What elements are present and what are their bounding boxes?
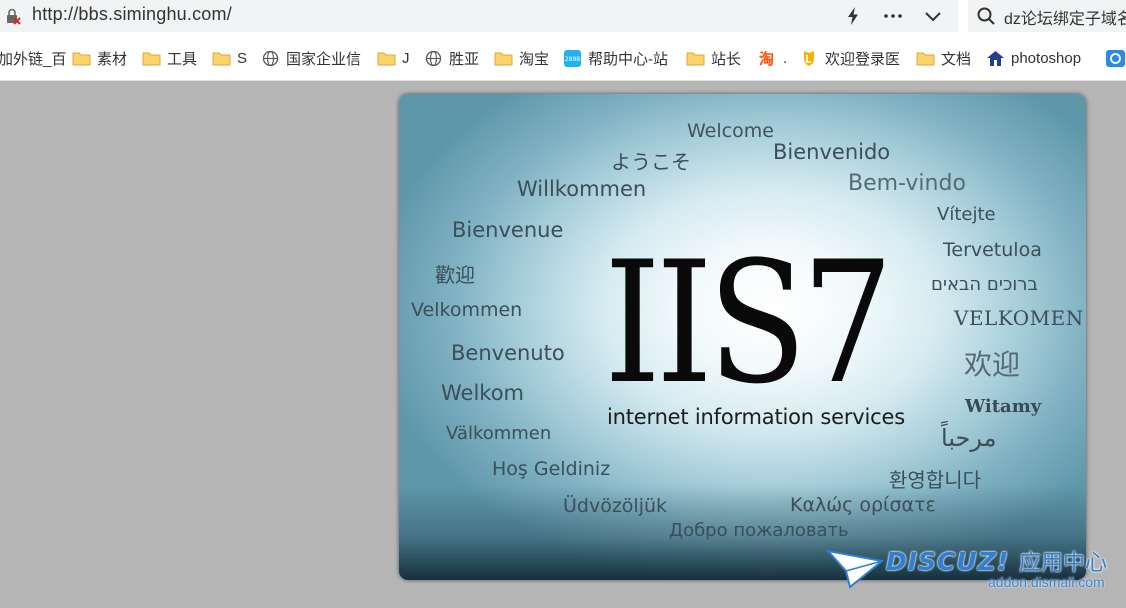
home-icon — [986, 50, 1005, 67]
greeting-chinese-simplified: 欢迎 — [964, 348, 1021, 381]
globe-icon — [424, 50, 443, 67]
greeting-czech: Vítejte — [937, 204, 996, 225]
greeting-russian: Добро пожаловать — [669, 520, 849, 541]
bookmark-label: . — [783, 49, 788, 67]
bookmark-label: J — [402, 49, 410, 67]
iis-subtitle: internet information services — [607, 405, 905, 429]
greeting-hungarian: Üdvözöljük — [563, 495, 668, 517]
folder-icon — [377, 50, 396, 67]
bookmark-item[interactable]: 加外链_百 — [0, 47, 66, 69]
watermark-brand-name: DISCUZ! — [886, 547, 1010, 576]
bookmark-folder[interactable]: 工具 — [142, 47, 197, 69]
bookmark-item[interactable] — [1106, 47, 1126, 69]
globe-icon — [261, 50, 280, 67]
bookmark-label: 胜亚 — [449, 50, 480, 68]
bolt-icon[interactable] — [842, 5, 864, 27]
chevron-down-icon[interactable] — [922, 5, 944, 27]
bookmark-item[interactable]: photoshop — [986, 47, 1081, 69]
svg-text:2898: 2898 — [565, 56, 580, 63]
greeting-polish: Witamy — [965, 396, 1042, 417]
bookmark-folder[interactable]: 站长 — [686, 47, 741, 69]
app-icon — [1106, 49, 1125, 67]
greeting-norwegian: VELKOMEN — [954, 306, 1084, 330]
app-icon: 2898 — [563, 49, 582, 67]
bookmark-folder[interactable]: 文档 — [916, 47, 971, 69]
bookmark-item[interactable]: 胜亚 — [424, 47, 479, 69]
bookmark-label: 加外链_百 — [0, 50, 67, 68]
iis7-welcome-image: Welcome ようこそ Bienvenido Willkommen Bem-v… — [399, 94, 1086, 580]
greeting-portuguese: Bem-vindo — [848, 171, 966, 196]
bookmark-item[interactable]: 国家企业信 — [261, 47, 361, 69]
greeting-japanese: ようこそ — [611, 150, 691, 174]
bookmark-item[interactable]: 淘 . — [758, 47, 787, 69]
greeting-german: Willkommen — [517, 177, 647, 201]
taobao-icon: 淘 — [758, 50, 777, 67]
discuz-watermark: DISCUZ! 应用中心 addon.dismall.com — [826, 545, 1126, 608]
greeting-spanish: Bienvenido — [773, 140, 891, 164]
bookmark-folder[interactable]: 淘宝 — [494, 47, 549, 69]
folder-icon — [916, 50, 935, 67]
folder-icon — [212, 50, 231, 67]
greeting-chinese-traditional: 歡迎 — [435, 263, 475, 287]
greeting-french: Bienvenue — [452, 218, 564, 242]
greeting-greek: Καλώς ορίσατε — [790, 494, 936, 516]
bookmark-folder[interactable]: S — [212, 47, 247, 69]
search-box[interactable]: dz论坛绑定子域名 — [968, 0, 1126, 32]
folder-icon — [686, 50, 705, 67]
more-icon[interactable] — [882, 5, 904, 27]
greeting-arabic: مرحباً — [941, 424, 997, 452]
paper-plane-icon — [826, 549, 884, 589]
bookmark-item[interactable]: 欢迎登录医 — [800, 47, 900, 69]
bookmark-label: 帮助中心-站 — [588, 50, 668, 68]
greeting-korean: 환영합니다 — [889, 468, 981, 492]
folder-icon — [142, 50, 161, 67]
greeting-hebrew: ברוכים הבאים — [931, 274, 1038, 295]
bookmark-label: 文档 — [941, 50, 972, 68]
folder-icon — [72, 50, 91, 67]
insecure-site-icon[interactable] — [4, 7, 22, 25]
svg-text:淘: 淘 — [758, 50, 774, 67]
address-bar[interactable]: http://bbs.siminghu.com/ — [0, 0, 958, 32]
bookmark-item[interactable]: 2898 帮助中心-站 — [563, 47, 668, 69]
url-text[interactable]: http://bbs.siminghu.com/ — [32, 4, 232, 25]
watermark-brand: DISCUZ! 应用中心 — [886, 545, 1107, 577]
greeting-dutch: Welkom — [441, 381, 525, 405]
bookmark-label: 素材 — [97, 50, 128, 68]
bookmark-label: 站长 — [711, 50, 742, 68]
search-input[interactable]: dz论坛绑定子域名 — [1004, 5, 1126, 29]
watermark-domain: addon.dismall.com — [988, 574, 1105, 590]
bookmarks-bar: 加外链_百 素材 工具 S 国家企业信 J 胜亚 淘宝 2898 帮助中心-站 … — [0, 34, 1126, 81]
bookmark-folder[interactable]: 素材 — [72, 47, 127, 69]
iis7-logo: IIS7 — [604, 225, 894, 421]
bookmark-folder[interactable]: J — [377, 47, 410, 69]
bookmark-label: 欢迎登录医 — [825, 50, 901, 68]
search-icon — [976, 6, 996, 26]
address-bar-row: http://bbs.siminghu.com/ dz论坛绑定子域名 — [0, 0, 1126, 34]
greeting-welcome: Welcome — [687, 120, 774, 142]
bookmark-label: photoshop — [1011, 49, 1082, 67]
bookmark-label: 国家企业信 — [286, 50, 362, 68]
bookmark-label: 工具 — [167, 50, 198, 68]
greeting-turkish: Hoş Geldiniz — [492, 458, 611, 480]
bookmark-label: S — [237, 49, 248, 67]
folder-icon — [494, 50, 513, 67]
bookmark-label: 淘宝 — [519, 50, 550, 68]
greeting-danish: Velkommen — [411, 299, 523, 321]
greeting-italian: Benvenuto — [451, 341, 565, 365]
greeting-swedish: Välkommen — [446, 423, 552, 444]
greeting-finnish: Tervetuloa — [943, 239, 1042, 261]
shield-icon — [800, 50, 819, 67]
watermark-brand-cn: 应用中心 — [1018, 551, 1107, 576]
